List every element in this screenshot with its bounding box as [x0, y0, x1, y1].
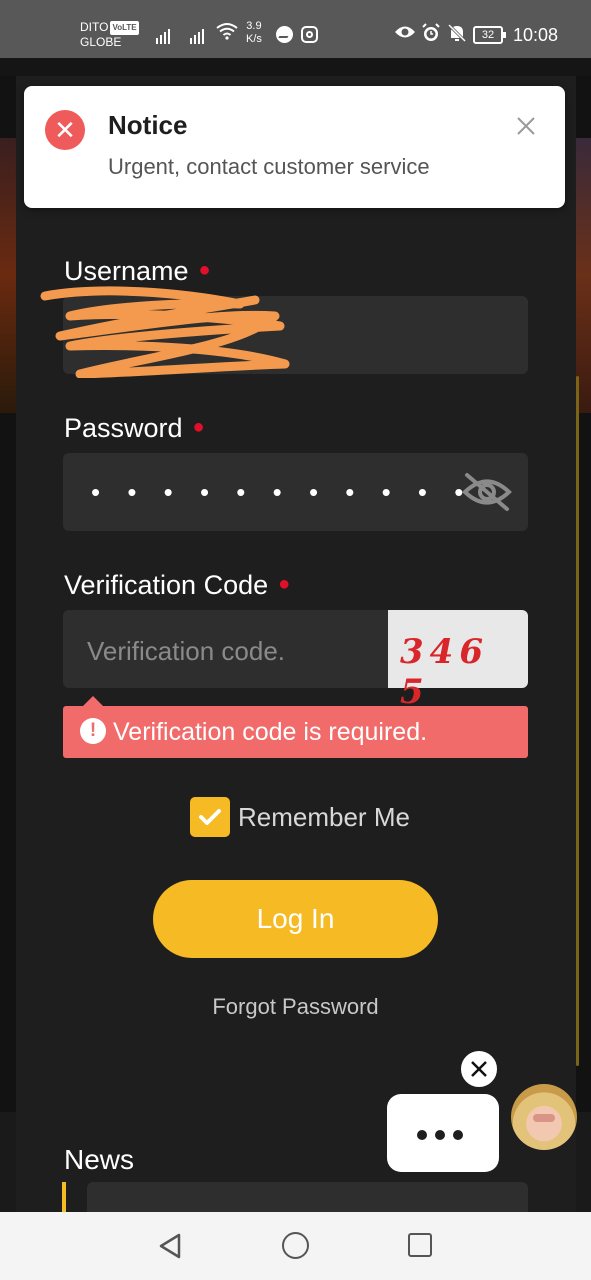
network-speed: 3.9 K/s: [246, 20, 262, 46]
close-icon: [471, 1061, 487, 1077]
captcha-image[interactable]: 346 5: [388, 610, 528, 712]
news-accent-bar: [62, 1182, 66, 1212]
signal-icon: [190, 26, 204, 44]
recent-apps-icon[interactable]: [408, 1233, 432, 1257]
error-message-text: Verification code is required.: [113, 718, 428, 746]
verification-code-input[interactable]: Verification code.: [63, 610, 388, 688]
remember-me[interactable]: Remember Me: [190, 797, 410, 837]
remember-checkbox[interactable]: [190, 797, 230, 837]
signal-icon: [156, 26, 170, 44]
error-circle-icon: ✕: [45, 110, 85, 150]
carrier-info: DITO VoLTE GLOBE: [80, 20, 139, 49]
close-icon: [517, 117, 535, 135]
username-label-text: Username: [64, 256, 189, 286]
login-button[interactable]: Log In: [153, 880, 438, 958]
alarm-icon: [421, 23, 441, 48]
forgot-password-link[interactable]: Forgot Password: [0, 994, 591, 1020]
notice-toast: ✕ Notice Urgent, contact customer servic…: [24, 86, 565, 208]
password-mask: • • • • • • • • • • •: [91, 477, 474, 507]
exclamation-icon: !: [80, 718, 106, 744]
required-marker: ●: [192, 416, 205, 438]
notice-message: Urgent, contact customer service: [108, 154, 430, 179]
password-input[interactable]: • • • • • • • • • • •: [63, 453, 528, 531]
speed-unit: K/s: [246, 33, 262, 45]
chat-close-button[interactable]: [459, 1049, 499, 1089]
notice-close-button[interactable]: [514, 116, 538, 140]
verification-label-text: Verification Code: [64, 570, 269, 600]
eye-comfort-icon: [394, 24, 416, 45]
check-icon: [199, 809, 221, 825]
more-dots-icon: [417, 1130, 463, 1140]
notice-title: Notice: [108, 110, 188, 140]
status-bar: DITO VoLTE GLOBE 3.9 K/s 32 10:08: [0, 0, 591, 58]
password-label-text: Password: [64, 413, 183, 443]
carrier-name-1: DITO: [80, 20, 109, 34]
home-icon[interactable]: [282, 1232, 309, 1259]
verification-placeholder: Verification code.: [87, 636, 286, 666]
error-message: ! Verification code is required.: [63, 696, 528, 758]
mute-bell-icon: [447, 23, 467, 48]
username-label: Username ●: [64, 256, 211, 287]
back-icon[interactable]: [157, 1232, 183, 1260]
instagram-icon: [301, 26, 318, 43]
redaction-scribble: [40, 286, 290, 378]
eye-slash-icon[interactable]: [462, 471, 512, 513]
battery-level: 32: [481, 29, 495, 41]
background-decoration: [576, 376, 579, 1066]
speed-value: 3.9: [246, 20, 262, 32]
remember-label: Remember Me: [238, 801, 410, 832]
required-marker: ●: [278, 573, 291, 595]
password-label: Password ●: [64, 413, 205, 444]
support-avatar[interactable]: [511, 1084, 577, 1150]
messenger-icon: [276, 26, 293, 43]
wifi-icon: [216, 22, 238, 45]
battery-icon: 32: [473, 26, 506, 44]
background-header: [0, 58, 591, 76]
verification-label: Verification Code ●: [64, 570, 290, 601]
carrier-name-2: GLOBE: [80, 35, 122, 49]
system-nav-bar: [0, 1212, 591, 1280]
news-title: News: [64, 1144, 135, 1175]
volte-badge: VoLTE: [110, 21, 139, 35]
news-card[interactable]: [87, 1182, 528, 1212]
required-marker: ●: [198, 259, 211, 281]
chat-bubble[interactable]: [387, 1094, 499, 1172]
clock: 10:08: [513, 25, 559, 45]
